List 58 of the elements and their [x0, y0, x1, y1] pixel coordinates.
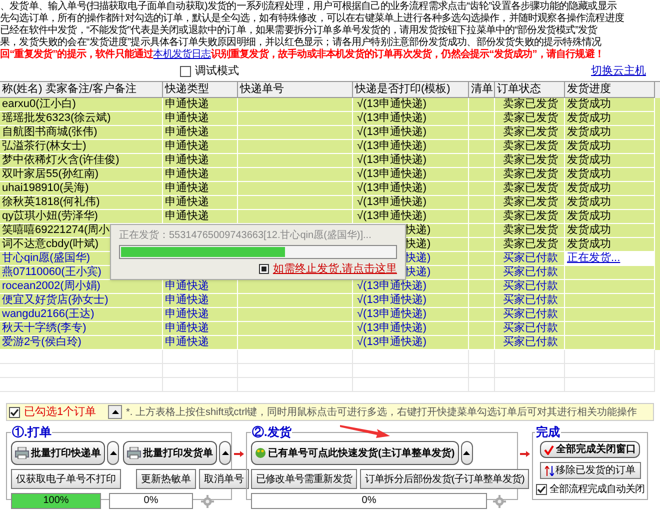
hint-text: *. 上方表格上按住shift或ctrl键，同时用鼠标点击可进行多选，右键打开快捷菜单勾选订单后可对其进行相关功能操作 [126, 406, 638, 420]
table-cell: 爱游2号(侯白玲) [0, 336, 163, 350]
table-cell: 申通快递 [163, 336, 238, 350]
debug-checkbox[interactable] [180, 66, 191, 76]
table-cell: 买家已付款 [495, 336, 565, 350]
group-title: ①.打单 [11, 424, 52, 441]
checkmark-icon [544, 444, 554, 454]
table-cell [469, 378, 495, 392]
table-cell [495, 378, 565, 392]
progress-reading: 100% [42, 494, 70, 508]
stop-icon [259, 264, 269, 274]
select-all-checkbox[interactable] [9, 406, 20, 418]
quick-ship-button[interactable]: 已有单号可点此快速发货(主订单整单发货) [251, 441, 459, 465]
partial-ship-button[interactable]: 订单拆分后部份发货(子订单整单发货) [360, 469, 530, 489]
get-number-button[interactable]: 仅获取电子单号不打印 [11, 469, 121, 489]
instruction-text: 已经在软件中发货，“不能发货”代表是关闭或退款中的订单，如果需要拆分订单多单号发货的，请用发货按钮下拉菜单中的“部份发货模式”发货 [0, 25, 598, 36]
dropdown-button[interactable] [460, 441, 473, 465]
table-cell [469, 336, 495, 350]
table-cell [495, 350, 565, 364]
close-window-button[interactable]: 全部完成关闭窗口 [540, 441, 640, 458]
table-cell [469, 350, 495, 364]
group-title: 完成 [535, 424, 561, 441]
sort-arrows-icon [544, 466, 554, 476]
caret-icon [112, 410, 118, 414]
cancel-number-button[interactable]: 取消单号 [199, 469, 249, 489]
table-cell [469, 364, 495, 378]
table-cell: √(13申通快递) [353, 336, 469, 350]
printer-icon [127, 447, 141, 459]
arrow-icon [520, 451, 530, 457]
switch-host-link[interactable]: 切换云主机 [591, 62, 646, 80]
checkbox-label: 全部流程完成自动关闭 [550, 482, 644, 497]
log-link[interactable]: 本机发货日志 [153, 49, 211, 60]
instruction-text: 、发货单、输入单号(扫描获取电子面单自动获取)发货的一系列流程处理，用户可根据自己的业务流程需求点击“齿轮”设置各步骤功能的隐藏或显示 [0, 1, 617, 12]
table-cell [495, 364, 565, 378]
selected-count: 已勾选1个订单 [24, 404, 98, 420]
print-invoice-button[interactable]: 批量打印发货单 [123, 441, 217, 465]
caret-icon [463, 451, 470, 455]
printer-icon [15, 447, 29, 459]
instruction-text: 果，发货失败的会在“发货进度”提示具体各订单失败原因明细，并以红色显示；请各用户特别注意部份发货成功、部份发货失败的提示特殊情况 [0, 37, 602, 48]
reship-button[interactable]: 已修改单号需重新发货 [251, 469, 358, 489]
annotation-arrow [340, 424, 390, 438]
warning-text: 回“重复发货”的提示，软件只能通过本机发货日志识别重复发货，故手动或非本机发货的订单再次发货，仍然会提示“发货成功”，请自行规避！ [0, 49, 604, 61]
checkbox-label: 调试模式 [195, 64, 239, 79]
progress-link[interactable]: 正在发货... [567, 252, 620, 264]
progress-reading: 0% [142, 494, 160, 508]
progress-reading: 0% [360, 494, 378, 508]
collapse-button[interactable] [108, 405, 122, 419]
group-title: ②.发货 [251, 424, 292, 441]
caret-icon [222, 451, 228, 455]
print-express-button[interactable]: 批量打印快递单 [11, 441, 105, 465]
update-thermal-button[interactable]: 更新热敏单 [136, 469, 196, 489]
remove-shipped-button[interactable]: 移除已发货的订单 [540, 462, 640, 479]
instruction-text: 先勾选订单，所有的操作都针对勾选的订单，默认是全勾选，如有特殊修改，可以在右键菜单上进行各种多选勾选操作，并随时观察各操作流程进度 [0, 13, 624, 24]
arrow-icon [234, 451, 244, 457]
dropdown-button[interactable] [219, 441, 231, 465]
dropdown-button[interactable] [107, 441, 119, 465]
auto-close-checkbox[interactable] [536, 484, 546, 495]
caret-icon [110, 451, 116, 455]
